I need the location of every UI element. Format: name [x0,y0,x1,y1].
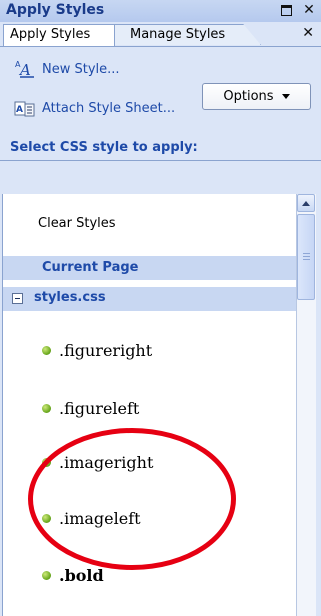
grip-line [303,259,310,260]
style-item[interactable]: .figureleft [42,395,139,421]
bullet-icon [42,570,51,580]
close-icon: ✕ [303,2,315,18]
bullet-icon [42,403,51,413]
new-style-icon: A A [15,60,34,78]
tab-close-icon[interactable]: ✕ [302,25,314,41]
tab-manage-styles[interactable]: Manage Styles [113,24,261,45]
style-item-label: .figureright [59,340,153,360]
grip-line [303,256,310,257]
maximize-icon [280,4,292,16]
options-label: Options [223,89,274,104]
dropdown-caret-icon [281,94,290,99]
style-item[interactable]: .bold [42,562,104,588]
clear-styles-item[interactable]: Clear Styles [38,216,116,231]
svg-text:A: A [18,61,31,78]
close-button[interactable]: ✕ [301,2,317,18]
style-item[interactable]: .figureright [42,337,152,363]
divider [0,160,321,161]
attach-style-sheet-icon: A [14,101,35,117]
scroll-up-icon [302,200,310,206]
svg-text:A: A [16,105,23,115]
section-label: Select CSS style to apply: [10,140,198,155]
annotation-circle [28,428,236,570]
panel-titlebar: Apply Styles ✕ [0,0,321,23]
panel-title: Apply Styles [6,2,105,18]
group-label-styles-css: styles.css [34,290,106,305]
collapse-icon[interactable] [12,293,23,304]
attach-style-sheet-link[interactable]: Attach Style Sheet... [42,101,175,116]
grip-line [303,253,310,254]
apply-styles-panel: Apply Styles ✕ Apply Styles Manage Style… [0,0,321,616]
style-item-label: .figureleft [59,398,140,418]
maximize-button[interactable] [278,2,294,18]
bullet-icon [42,345,51,355]
scroll-up-button[interactable] [297,194,315,212]
options-button[interactable]: Options [202,83,311,110]
style-item-label: .bold [59,565,104,585]
group-label-current-page: Current Page [42,260,139,275]
new-style-link[interactable]: New Style... [42,62,120,77]
tab-apply-styles[interactable]: Apply Styles [3,24,115,46]
scroll-thumb[interactable] [297,214,315,300]
tab-strip: Apply Styles Manage Styles [0,22,321,47]
